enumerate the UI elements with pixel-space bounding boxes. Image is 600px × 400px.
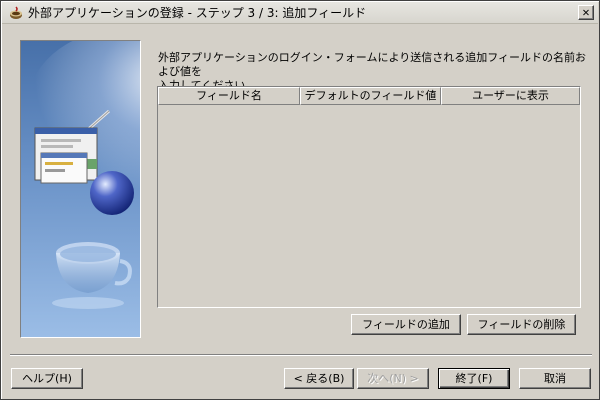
window-title: 外部アプリケーションの登録 - ステップ 3 / 3: 追加フィールド: [28, 6, 367, 20]
wizard-artwork: [26, 41, 140, 309]
finish-label: 終了(F): [455, 372, 493, 385]
footer-separator: [10, 354, 592, 356]
close-button[interactable]: ✕: [578, 5, 594, 20]
additional-fields-table[interactable]: フィールド名 デフォルトのフィールド値 ユーザーに表示: [157, 86, 581, 308]
add-field-button[interactable]: フィールドの追加: [351, 314, 461, 335]
wizard-illustration: [20, 40, 141, 338]
delete-field-button[interactable]: フィールドの削除: [467, 314, 576, 335]
help-button[interactable]: ヘルプ(H): [11, 368, 83, 389]
close-icon: ✕: [582, 5, 590, 19]
cancel-button[interactable]: 取消: [519, 368, 591, 389]
column-header-default-value[interactable]: デフォルトのフィールド値: [300, 87, 441, 105]
help-label: ヘルプ(H): [22, 372, 72, 385]
add-field-label: フィールドの追加: [362, 318, 450, 331]
back-button[interactable]: < 戻る(B): [284, 368, 354, 389]
instruction-line-1: 外部アプリケーションのログイン・フォームにより送信される追加フィールドの名前およ…: [158, 51, 587, 78]
back-label: < 戻る(B): [293, 372, 345, 385]
next-button[interactable]: 次へ(N) >: [357, 368, 429, 389]
title-bar[interactable]: 外部アプリケーションの登録 - ステップ 3 / 3: 追加フィールド ✕: [2, 2, 598, 24]
wizard-dialog: 外部アプリケーションの登録 - ステップ 3 / 3: 追加フィールド ✕ 外部…: [0, 0, 600, 400]
column-header-field-name[interactable]: フィールド名: [158, 87, 300, 105]
delete-field-label: フィールドの削除: [477, 318, 566, 331]
finish-button[interactable]: 終了(F): [438, 368, 510, 389]
next-label: 次へ(N) >: [367, 372, 419, 385]
table-header: フィールド名 デフォルトのフィールド値 ユーザーに表示: [158, 87, 580, 105]
app-cup-icon: [10, 6, 22, 19]
column-header-display-to-user[interactable]: ユーザーに表示: [441, 87, 580, 105]
cancel-label: 取消: [544, 372, 566, 385]
